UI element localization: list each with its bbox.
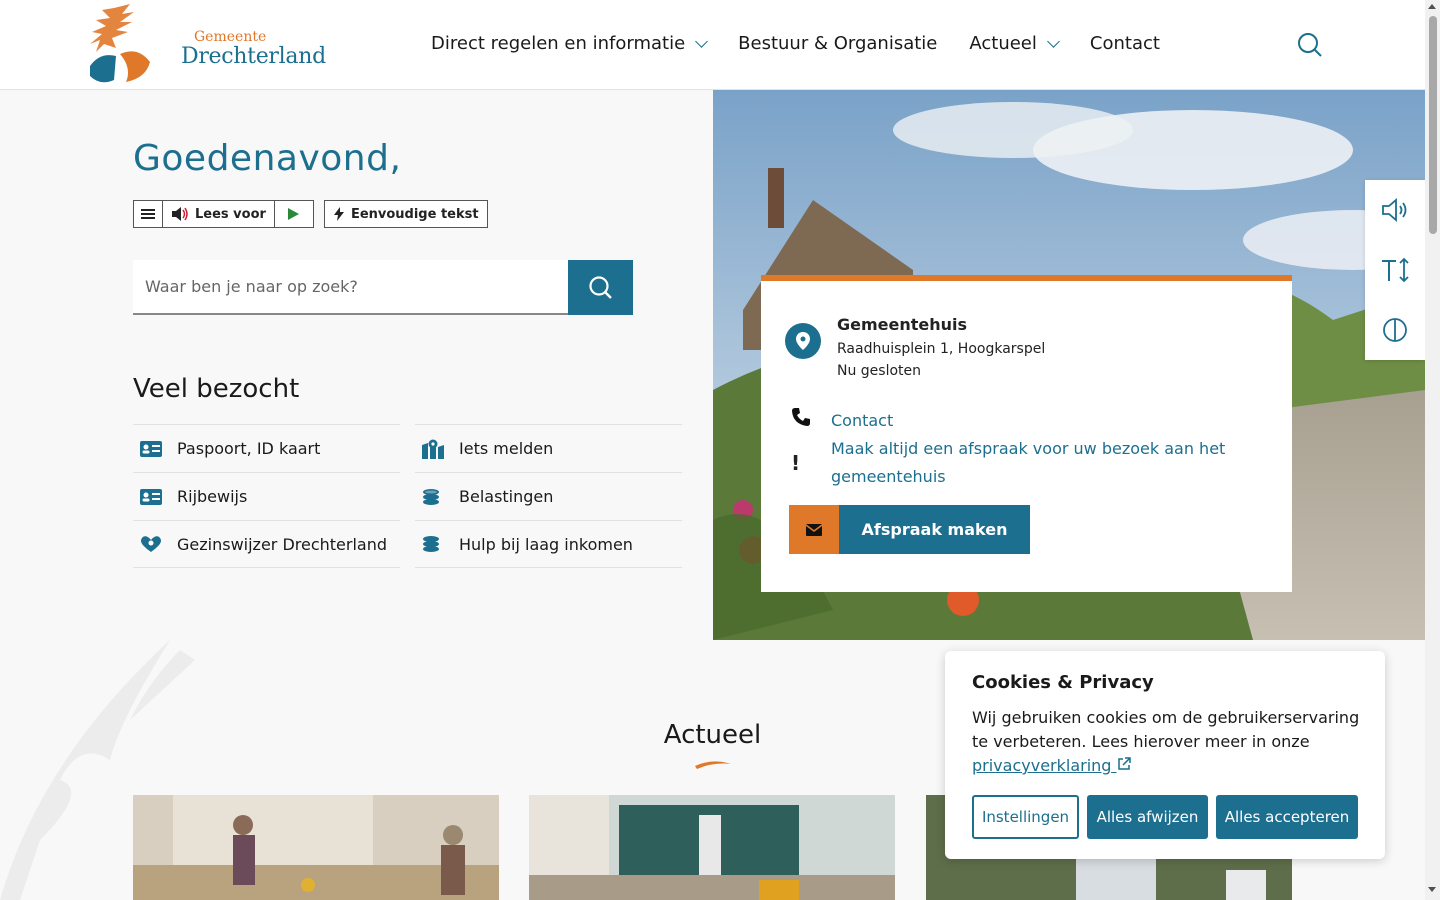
popular-links: Paspoort, ID kaart Iets melden Rijbewijs…: [133, 424, 682, 568]
appointment-button[interactable]: Afspraak maken: [789, 505, 1030, 554]
cookie-banner: Cookies & Privacy Wij gebruiken cookies …: [945, 651, 1385, 859]
coins-icon: [421, 534, 445, 554]
contact-link[interactable]: Contact: [831, 411, 893, 430]
search-button[interactable]: [568, 260, 633, 315]
privacy-link-label: privacyverklaring: [972, 756, 1112, 775]
envelope-icon: [789, 505, 839, 554]
nav-label: Direct regelen en informatie: [431, 33, 686, 54]
search-form: [133, 260, 633, 315]
id-card-icon: [139, 487, 163, 507]
menu-icon: [141, 207, 155, 221]
news-photo: [133, 795, 499, 900]
link-label: Paspoort, ID kaart: [177, 439, 321, 458]
nav-label: Contact: [1089, 33, 1160, 54]
popular-link-iets-melden[interactable]: Iets melden: [415, 424, 682, 472]
readspeaker-group: Lees voor: [133, 200, 314, 228]
site-header: Gemeente Drechterland Direct regelen en …: [0, 0, 1425, 90]
scrollbar-thumb[interactable]: [1429, 16, 1437, 234]
nav-label: Bestuur & Organisatie: [738, 33, 938, 54]
text-size-icon: [1382, 257, 1409, 283]
cookie-title: Cookies & Privacy: [972, 672, 1154, 693]
cookie-accept-button[interactable]: Alles accepteren: [1216, 795, 1358, 839]
nav-label: Actueel: [969, 33, 1037, 54]
location-pin-icon: [785, 323, 821, 359]
popular-link-paspoort[interactable]: Paspoort, ID kaart: [133, 424, 400, 472]
phone-icon: [791, 407, 811, 431]
readspeaker-bar: Lees voor Eenvoudige tekst: [133, 200, 488, 228]
link-label: Iets melden: [459, 439, 554, 458]
coins-icon: [421, 487, 445, 507]
swoosh-decoration: [695, 761, 731, 769]
news-card-2[interactable]: [529, 795, 895, 900]
logo-mark: [90, 4, 150, 83]
lightning-icon: [333, 207, 344, 221]
listen-label: Lees voor: [195, 206, 266, 222]
simple-text-label: Eenvoudige tekst: [350, 206, 479, 222]
simple-text-button[interactable]: Eenvoudige tekst: [325, 201, 487, 227]
search-icon[interactable]: [1297, 32, 1323, 58]
card-title: Gemeentehuis: [837, 315, 968, 334]
speaker-icon: [172, 207, 188, 221]
main-nav: Direct regelen en informatie Bestuur & O…: [431, 33, 1160, 54]
cookie-text: Wij gebruiken cookies om de gebruikerser…: [972, 706, 1367, 778]
popular-link-gezinswijzer[interactable]: Gezinswijzer Drechterland: [133, 520, 400, 568]
link-label: Rijbewijs: [177, 487, 248, 506]
logo-text-small: Gemeente: [194, 29, 267, 45]
chevron-down-icon: [1047, 34, 1060, 48]
cookie-body: Wij gebruiken cookies om de gebruikerser…: [972, 708, 1360, 751]
news-photo: [529, 795, 895, 900]
popular-link-rijbewijs[interactable]: Rijbewijs: [133, 472, 400, 520]
logo[interactable]: Gemeente Drechterland: [86, 4, 326, 86]
play-icon: [288, 208, 300, 220]
contrast-tool[interactable]: [1365, 300, 1425, 360]
cookie-settings-button[interactable]: Instellingen: [972, 795, 1079, 839]
nav-item-contact[interactable]: Contact: [1090, 33, 1160, 54]
link-label: Hulp bij laag inkomen: [459, 534, 633, 554]
text-size-tool[interactable]: [1365, 240, 1425, 300]
external-link-icon: [1117, 757, 1131, 770]
logo-text-big: Drechterland: [181, 44, 326, 69]
privacy-link[interactable]: privacyverklaring: [972, 756, 1131, 775]
appointment-label: Afspraak maken: [839, 505, 1030, 554]
greeting-title: Goedenavond,: [133, 138, 402, 179]
speaker-icon: [1382, 198, 1407, 222]
nav-item-actueel[interactable]: Actueel: [969, 33, 1060, 54]
play-button[interactable]: [275, 201, 313, 227]
map-pin-icon: [421, 439, 445, 459]
news-card-1[interactable]: [133, 795, 499, 900]
scroll-down-icon[interactable]: [1428, 887, 1436, 892]
read-aloud-tool[interactable]: [1365, 180, 1425, 240]
popular-title: Veel bezocht: [133, 374, 300, 404]
accessibility-toolbar: [1365, 180, 1425, 360]
chevron-down-icon: [695, 34, 709, 48]
nav-item-direct-regelen[interactable]: Direct regelen en informatie: [431, 33, 709, 54]
appointment-notice[interactable]: Maak altijd een afspraak voor uw bezoek …: [831, 435, 1251, 491]
contrast-icon: [1383, 318, 1407, 342]
popular-link-belastingen[interactable]: Belastingen: [415, 472, 682, 520]
id-card-icon: [139, 439, 163, 459]
simple-text-group: Eenvoudige tekst: [323, 200, 488, 228]
readspeaker-menu-button[interactable]: [134, 201, 163, 227]
popular-link-laag-inkomen[interactable]: Hulp bij laag inkomen: [415, 520, 682, 568]
scroll-up-icon[interactable]: [1428, 4, 1436, 9]
opening-status: Nu gesloten: [837, 363, 922, 379]
cookie-reject-button[interactable]: Alles afwijzen: [1087, 795, 1208, 839]
card-address: Raadhuisplein 1, Hoogkarspel: [837, 341, 1046, 357]
search-icon: [588, 275, 612, 299]
link-label: Gezinswijzer Drechterland: [177, 534, 388, 554]
search-input[interactable]: [133, 260, 568, 315]
family-heart-icon: [139, 534, 163, 554]
exclamation-icon: !: [791, 451, 801, 475]
hero-left: Goedenavond, Lees voor Eenvoudige tekst: [0, 90, 713, 640]
nav-item-bestuur[interactable]: Bestuur & Organisatie: [738, 33, 937, 54]
page-scrollbar[interactable]: [1425, 0, 1440, 900]
town-hall-card: Gemeentehuis Raadhuisplein 1, Hoogkarspe…: [761, 275, 1292, 592]
listen-button[interactable]: Lees voor: [163, 201, 275, 227]
link-label: Belastingen: [459, 487, 554, 506]
